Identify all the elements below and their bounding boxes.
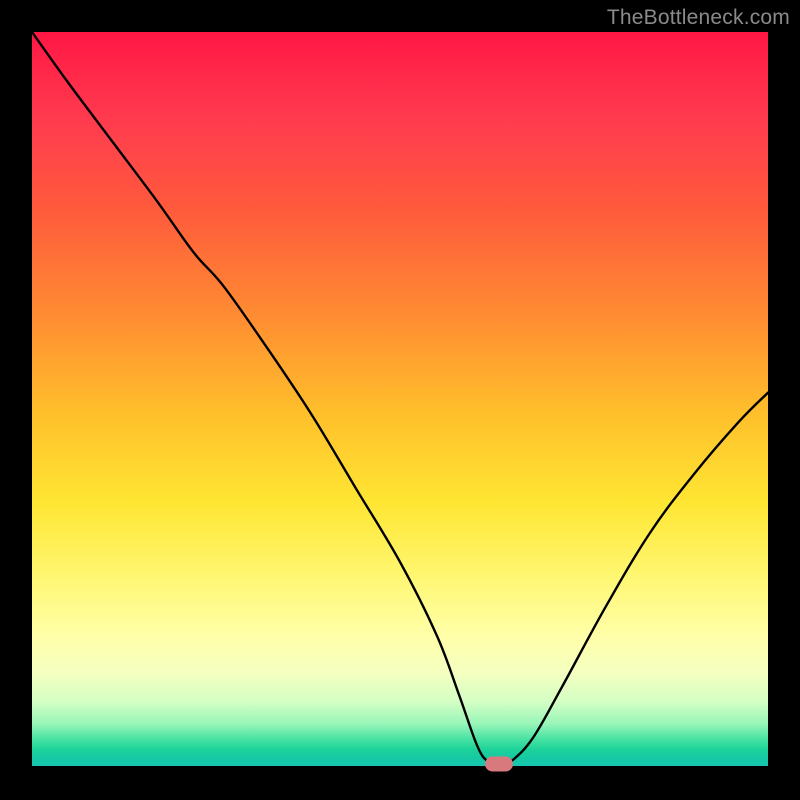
chart-frame: TheBottleneck.com <box>0 0 800 800</box>
optimal-marker <box>485 757 513 772</box>
watermark-text: TheBottleneck.com <box>607 6 790 30</box>
plot-area <box>32 32 768 768</box>
x-axis-line <box>32 766 768 768</box>
bottleneck-curve <box>32 32 768 768</box>
